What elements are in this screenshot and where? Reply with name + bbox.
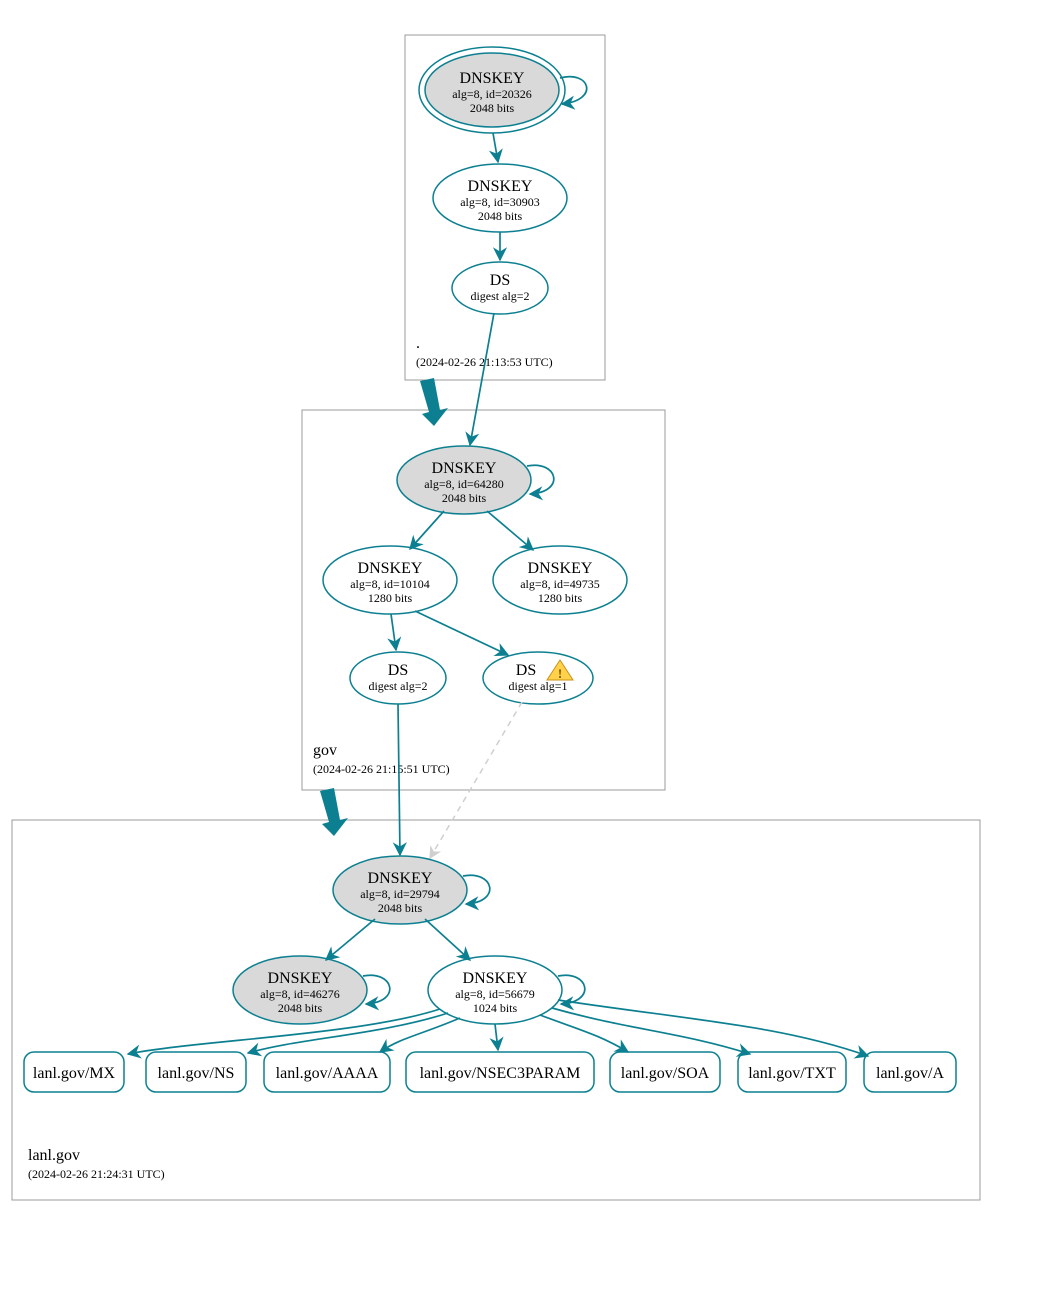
svg-text:2048 bits: 2048 bits bbox=[378, 901, 423, 915]
svg-text:2048 bits: 2048 bits bbox=[442, 491, 487, 505]
edge-gov-ksk-zsk1 bbox=[410, 511, 444, 549]
svg-text:alg=8, id=20326: alg=8, id=20326 bbox=[452, 87, 532, 101]
edge-zsk2-a bbox=[558, 1000, 868, 1056]
svg-text:2048 bits: 2048 bits bbox=[470, 101, 515, 115]
svg-text:digest alg=1: digest alg=1 bbox=[508, 679, 567, 693]
edge-lanl-ksk-zsk1 bbox=[326, 919, 375, 960]
svg-text:DNSKEY: DNSKEY bbox=[528, 560, 593, 577]
node-lanl-ksk: DNSKEY alg=8, id=29794 2048 bits bbox=[333, 856, 467, 924]
svg-text:DNSKEY: DNSKEY bbox=[468, 178, 533, 195]
rr-a: lanl.gov/A bbox=[876, 1065, 944, 1082]
rr-n3p: lanl.gov/NSEC3PARAM bbox=[420, 1065, 581, 1082]
node-gov-zsk1: DNSKEY alg=8, id=10104 1280 bits bbox=[323, 546, 457, 614]
svg-text:DNSKEY: DNSKEY bbox=[268, 970, 333, 987]
rrset-row: lanl.gov/MX lanl.gov/NS lanl.gov/AAAA la… bbox=[24, 1052, 956, 1092]
node-root-ksk: DNSKEY alg=8, id=20326 2048 bits bbox=[419, 47, 565, 133]
svg-text:DNSKEY: DNSKEY bbox=[460, 70, 525, 87]
node-lanl-zsk1: DNSKEY alg=8, id=46276 2048 bits bbox=[233, 956, 367, 1024]
edge-root-ksk-zsk bbox=[493, 133, 498, 162]
svg-text:alg=8, id=30903: alg=8, id=30903 bbox=[460, 195, 540, 209]
node-root-zsk: DNSKEY alg=8, id=30903 2048 bits bbox=[433, 164, 567, 232]
node-gov-ds2: DS digest alg=1 ! bbox=[483, 652, 593, 704]
zone-arrow-gov-lanl bbox=[320, 788, 348, 836]
edge-zsk2-n3p bbox=[495, 1024, 498, 1050]
node-gov-ds1: DS digest alg=2 bbox=[350, 652, 446, 704]
svg-text:1280 bits: 1280 bits bbox=[368, 591, 413, 605]
svg-text:alg=8, id=46276: alg=8, id=46276 bbox=[260, 987, 340, 1001]
dnssec-graph: . (2024-02-26 21:13:53 UTC) DNSKEY alg=8… bbox=[0, 0, 1056, 1299]
svg-text:digest alg=2: digest alg=2 bbox=[368, 679, 427, 693]
svg-text:digest alg=2: digest alg=2 bbox=[470, 289, 529, 303]
rr-mx: lanl.gov/MX bbox=[33, 1065, 116, 1082]
svg-text:DS: DS bbox=[388, 662, 408, 679]
rr-ns: lanl.gov/NS bbox=[158, 1065, 235, 1082]
svg-text:DNSKEY: DNSKEY bbox=[432, 460, 497, 477]
svg-text:DNSKEY: DNSKEY bbox=[463, 970, 528, 987]
rr-soa: lanl.gov/SOA bbox=[621, 1065, 710, 1082]
svg-text:2048 bits: 2048 bits bbox=[278, 1001, 323, 1015]
edge-zsk2-soa bbox=[540, 1015, 628, 1052]
rr-aaaa: lanl.gov/AAAA bbox=[276, 1065, 379, 1082]
svg-text:alg=8, id=10104: alg=8, id=10104 bbox=[350, 577, 430, 591]
edge-gov-ksk-zsk2 bbox=[487, 511, 533, 550]
svg-text:1280 bits: 1280 bits bbox=[538, 591, 583, 605]
edge-gov-ds2-lanl-ksk bbox=[430, 702, 522, 858]
svg-text:DS: DS bbox=[490, 272, 510, 289]
zone-label-lanl: lanl.gov bbox=[28, 1147, 80, 1164]
svg-text:alg=8, id=56679: alg=8, id=56679 bbox=[455, 987, 535, 1001]
edge-gov-zsk1-ds1 bbox=[391, 614, 396, 650]
edge-gov-ds1-lanl-ksk bbox=[398, 704, 400, 855]
svg-text:DS: DS bbox=[516, 662, 536, 679]
edge-lanl-ksk-zsk2 bbox=[425, 919, 470, 960]
svg-text:alg=8, id=49735: alg=8, id=49735 bbox=[520, 577, 600, 591]
zone-label-root: . bbox=[416, 335, 420, 352]
zone-arrow-root-gov bbox=[420, 378, 448, 426]
edge-zsk2-aaaa bbox=[380, 1018, 460, 1052]
edge-root-ds-gov-ksk bbox=[470, 313, 494, 445]
svg-text:alg=8, id=29794: alg=8, id=29794 bbox=[360, 887, 440, 901]
svg-text:DNSKEY: DNSKEY bbox=[368, 870, 433, 887]
svg-text:1024 bits: 1024 bits bbox=[473, 1001, 518, 1015]
zone-label-gov: gov bbox=[313, 742, 337, 759]
svg-text:2048 bits: 2048 bits bbox=[478, 209, 523, 223]
edge-gov-zsk1-ds2 bbox=[415, 611, 508, 655]
node-root-ds: DS digest alg=2 bbox=[452, 262, 548, 314]
svg-text:!: ! bbox=[558, 666, 562, 681]
zone-time-lanl: (2024-02-26 21:24:31 UTC) bbox=[28, 1167, 165, 1181]
svg-text:alg=8, id=64280: alg=8, id=64280 bbox=[424, 477, 504, 491]
zone-time-gov: (2024-02-26 21:15:51 UTC) bbox=[313, 762, 450, 776]
node-gov-zsk2: DNSKEY alg=8, id=49735 1280 bits bbox=[493, 546, 627, 614]
rr-txt: lanl.gov/TXT bbox=[748, 1065, 836, 1082]
node-gov-ksk: DNSKEY alg=8, id=64280 2048 bits bbox=[397, 446, 531, 514]
svg-text:DNSKEY: DNSKEY bbox=[358, 560, 423, 577]
